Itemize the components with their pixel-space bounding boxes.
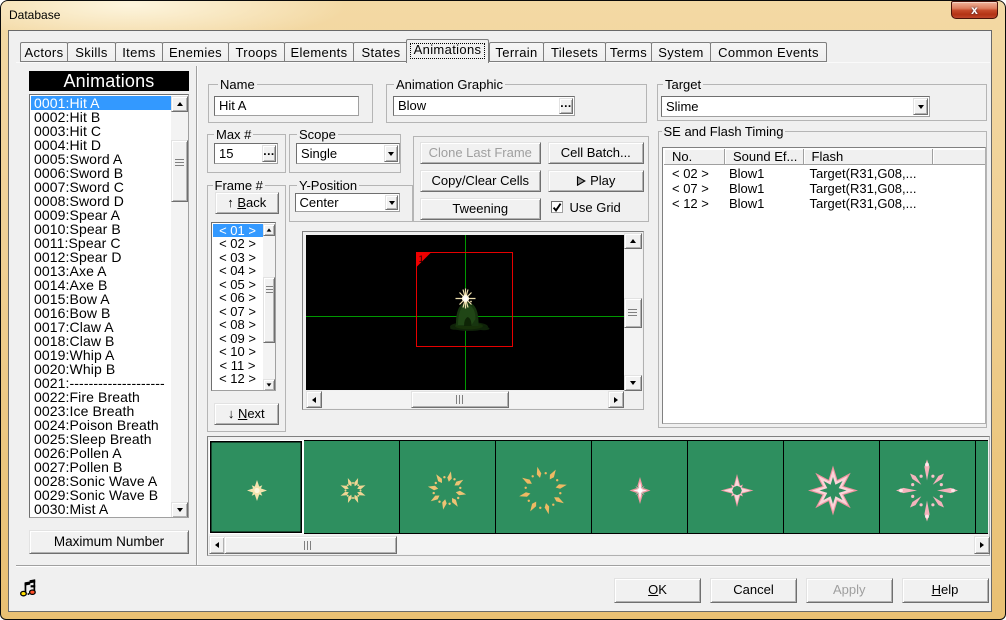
svg-text:1: 1	[418, 253, 423, 263]
